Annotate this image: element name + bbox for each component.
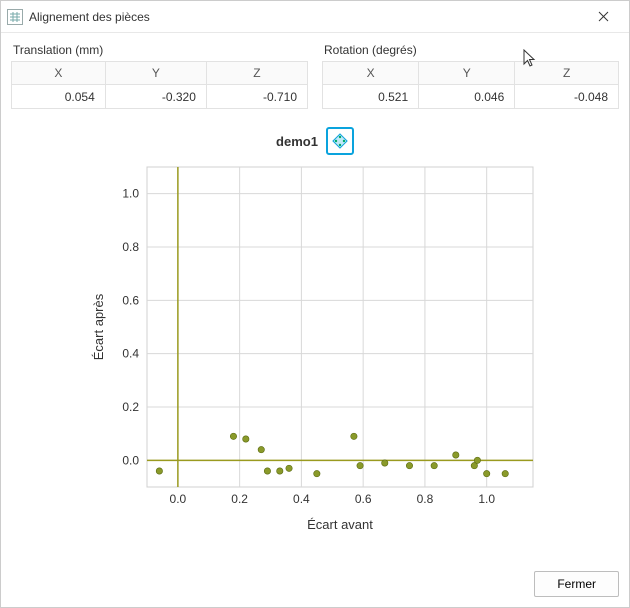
svg-text:0.4: 0.4 xyxy=(122,347,139,361)
data-point xyxy=(230,433,236,439)
svg-text:0.2: 0.2 xyxy=(231,492,248,506)
translation-y: -0.320 xyxy=(105,85,206,109)
legend-swatch-icon[interactable] xyxy=(326,127,354,155)
dialog-footer: Fermer xyxy=(1,561,629,607)
data-point xyxy=(243,436,249,442)
translation-header-x: X xyxy=(12,62,106,85)
close-dialog-button[interactable]: Fermer xyxy=(534,571,619,597)
data-point xyxy=(406,462,412,468)
window-title: Alignement des pièces xyxy=(29,10,583,24)
dialog-window: Alignement des pièces Translation (mm) X xyxy=(0,0,630,608)
data-point xyxy=(258,446,264,452)
data-point xyxy=(314,470,320,476)
dialog-content: Translation (mm) X Y Z 0.054 -0.320 -0.7… xyxy=(1,33,629,561)
svg-text:1.0: 1.0 xyxy=(478,492,495,506)
rotation-header-z: Z xyxy=(515,62,619,85)
translation-caption: Translation (mm) xyxy=(13,43,308,57)
data-point xyxy=(483,470,489,476)
rotation-block: Rotation (degrés) X Y Z 0.521 0.046 -0.0… xyxy=(322,41,619,109)
svg-text:Écart avant: Écart avant xyxy=(307,517,373,532)
data-point xyxy=(453,452,459,458)
translation-row: 0.054 -0.320 -0.710 xyxy=(12,85,308,109)
svg-text:0.8: 0.8 xyxy=(417,492,434,506)
rotation-table: X Y Z 0.521 0.046 -0.048 xyxy=(322,61,619,109)
scatter-chart: 0.0 0.2 0.4 0.6 0.8 1.0 0.0 0.2 0.4 0.6 0.8 1.0 Écar… xyxy=(85,161,545,541)
svg-text:1.0: 1.0 xyxy=(122,187,139,201)
rotation-row: 0.521 0.046 -0.048 xyxy=(323,85,619,109)
svg-text:Écart après: Écart après xyxy=(91,293,106,360)
svg-text:0.2: 0.2 xyxy=(122,400,139,414)
rotation-y: 0.046 xyxy=(419,85,515,109)
data-point xyxy=(382,460,388,466)
translation-header-z: Z xyxy=(206,62,307,85)
svg-text:0.0: 0.0 xyxy=(170,492,187,506)
svg-text:0.8: 0.8 xyxy=(122,240,139,254)
translation-block: Translation (mm) X Y Z 0.054 -0.320 -0.7… xyxy=(11,41,308,109)
chart-legend: demo1 xyxy=(276,127,354,155)
svg-text:0.4: 0.4 xyxy=(293,492,310,506)
data-point xyxy=(156,468,162,474)
svg-text:0.6: 0.6 xyxy=(355,492,372,506)
translation-z: -0.710 xyxy=(206,85,307,109)
close-button[interactable] xyxy=(583,3,623,31)
rotation-header-x: X xyxy=(323,62,419,85)
data-point xyxy=(286,465,292,471)
data-point xyxy=(474,457,480,463)
legend-series-label: demo1 xyxy=(276,134,318,149)
translation-header-y: Y xyxy=(105,62,206,85)
svg-text:0.0: 0.0 xyxy=(122,453,139,467)
data-point xyxy=(277,468,283,474)
svg-text:0.6: 0.6 xyxy=(122,293,139,307)
rotation-x: 0.521 xyxy=(323,85,419,109)
data-point xyxy=(502,470,508,476)
tables-row: Translation (mm) X Y Z 0.054 -0.320 -0.7… xyxy=(11,41,619,109)
rotation-caption: Rotation (degrés) xyxy=(324,43,619,57)
translation-table: X Y Z 0.054 -0.320 -0.710 xyxy=(11,61,308,109)
titlebar: Alignement des pièces xyxy=(1,1,629,33)
data-point xyxy=(264,468,270,474)
data-point xyxy=(357,462,363,468)
close-icon xyxy=(598,9,609,25)
app-icon xyxy=(7,9,23,25)
data-point xyxy=(351,433,357,439)
rotation-header-y: Y xyxy=(419,62,515,85)
translation-x: 0.054 xyxy=(12,85,106,109)
data-point xyxy=(431,462,437,468)
chart-area: demo1 0.00.20.40.60.81.00.00 xyxy=(11,109,619,561)
rotation-z: -0.048 xyxy=(515,85,619,109)
